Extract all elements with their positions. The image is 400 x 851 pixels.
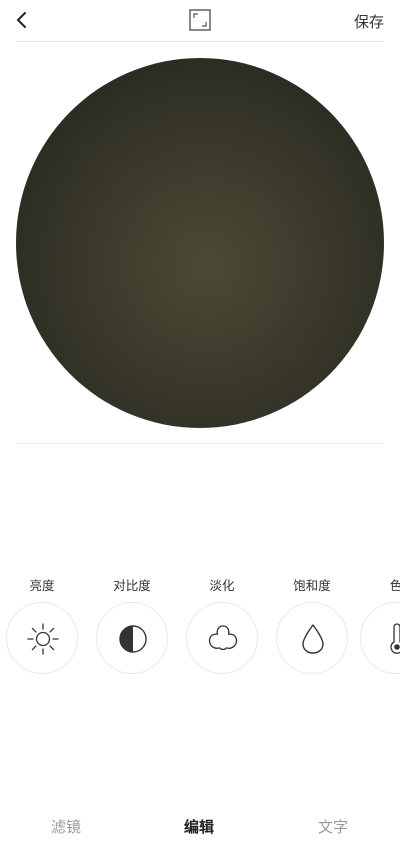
tool-brightness[interactable]: 亮度 [6,578,78,674]
tab-edit[interactable]: 编辑 [184,816,214,837]
save-button[interactable]: 保存 [354,11,384,32]
tool-contrast[interactable]: 对比度 [96,578,168,674]
tool-saturation-button[interactable] [276,602,348,674]
top-divider [16,41,384,42]
tab-filters[interactable]: 滤镜 [51,816,81,837]
top-bar: 保存 [0,0,400,42]
bottom-tab-bar: 滤镜 编辑 文字 [0,806,400,851]
editor-screen: 保存 亮度 对比度 淡化 饱和度 色 滤镜 编辑 文字 [0,0,400,851]
tool-temperature-button[interactable] [360,602,400,674]
back-button[interactable] [8,6,36,34]
tool-saturation[interactable]: 饱和度 [276,578,348,674]
preview-divider [16,443,384,444]
tool-fade[interactable]: 淡化 [186,578,258,674]
crop-frame-icon [189,9,211,31]
sun-icon [27,623,59,655]
half-circle-icon [119,625,147,653]
tool-contrast-button[interactable] [96,602,168,674]
thermometer-icon [390,623,400,654]
tool-fade-label: 淡化 [209,578,235,593]
tool-contrast-label: 对比度 [113,578,151,593]
drop-icon [302,624,324,654]
tool-temperature[interactable]: 色 [360,578,400,674]
chevron-left-icon [17,12,26,28]
tool-brightness-button[interactable] [6,602,78,674]
tool-brightness-label: 亮度 [29,578,55,593]
tool-saturation-label: 饱和度 [293,578,331,593]
crop-button[interactable] [189,9,211,31]
tool-temperature-label: 色 [389,578,400,593]
trefoil-icon [208,625,238,651]
tab-text[interactable]: 文字 [318,816,348,837]
photo-preview[interactable] [16,58,384,428]
tool-temperature-clip: 色 [360,578,400,678]
tool-fade-button[interactable] [186,602,258,674]
